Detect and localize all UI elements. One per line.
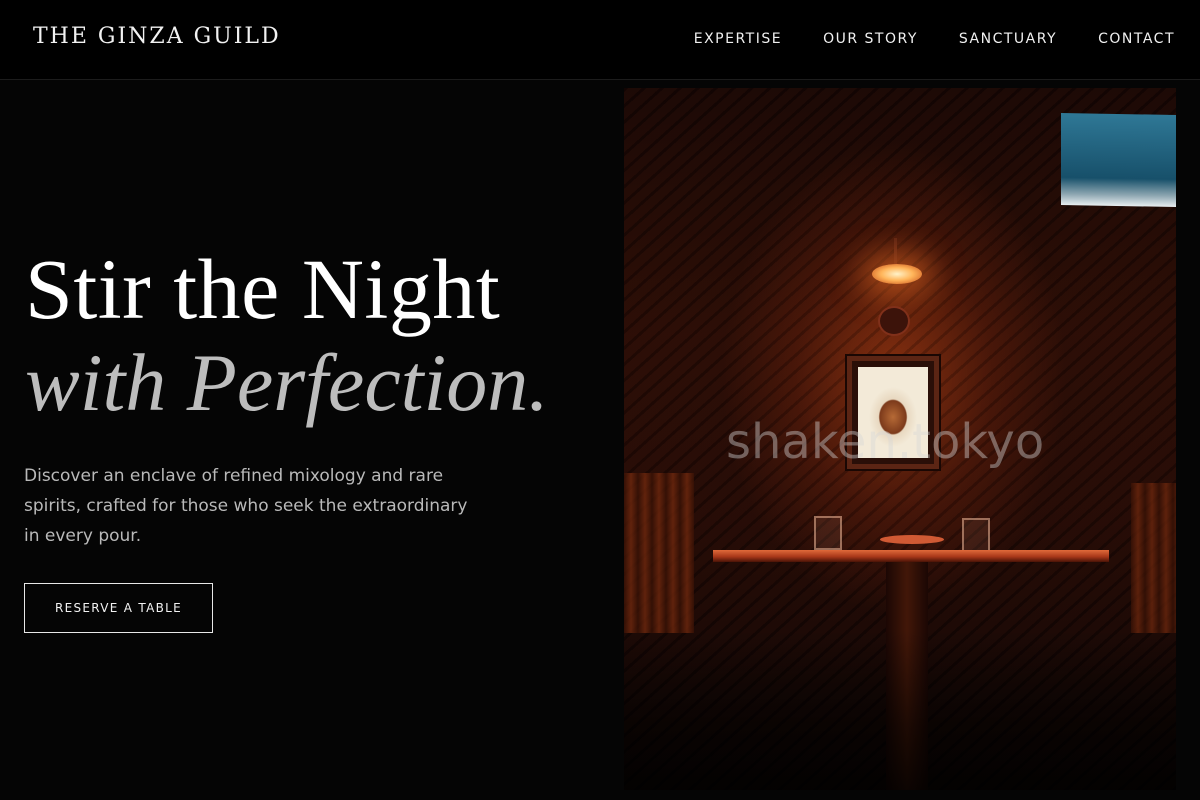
cocktail-glass [814, 516, 842, 550]
lamp-mount [878, 306, 910, 336]
booth-seat-left [624, 473, 694, 633]
cocktail-glass [962, 518, 990, 552]
floor-shadow [624, 630, 1176, 790]
nav-link-contact[interactable]: CONTACT [1098, 31, 1175, 47]
window-light [1061, 112, 1176, 208]
nav-link-sanctuary[interactable]: SANCTUARY [959, 31, 1057, 47]
hero-intro-text: Discover an enclave of refined mixology … [24, 466, 468, 546]
hero-headline: Stir the Night with Perfection. [25, 246, 549, 424]
site-logo[interactable]: THE GINZA GUILD [33, 24, 281, 49]
hero-headline-line-1: Stir the Night [25, 241, 501, 337]
image-watermark: shaken.tokyo [726, 414, 1045, 470]
main-nav: EXPERTISE OUR STORY SANCTUARY CONTACT [694, 31, 1175, 47]
plate [880, 535, 944, 544]
reserve-table-button[interactable]: RESERVE A TABLE [24, 583, 213, 633]
booth-seat-right [1131, 483, 1176, 633]
nav-link-expertise[interactable]: EXPERTISE [694, 31, 782, 47]
site-header: THE GINZA GUILD EXPERTISE OUR STORY SANC… [0, 0, 1200, 80]
hero-section: Stir the Night with Perfection. Discover… [0, 81, 600, 800]
wall-lamp [872, 264, 922, 284]
hero-headline-line-2: with Perfection. [25, 337, 549, 428]
bar-interior-photo: shaken.tokyo [624, 88, 1176, 790]
nav-link-our-story[interactable]: OUR STORY [823, 31, 918, 47]
table-top [713, 550, 1109, 562]
